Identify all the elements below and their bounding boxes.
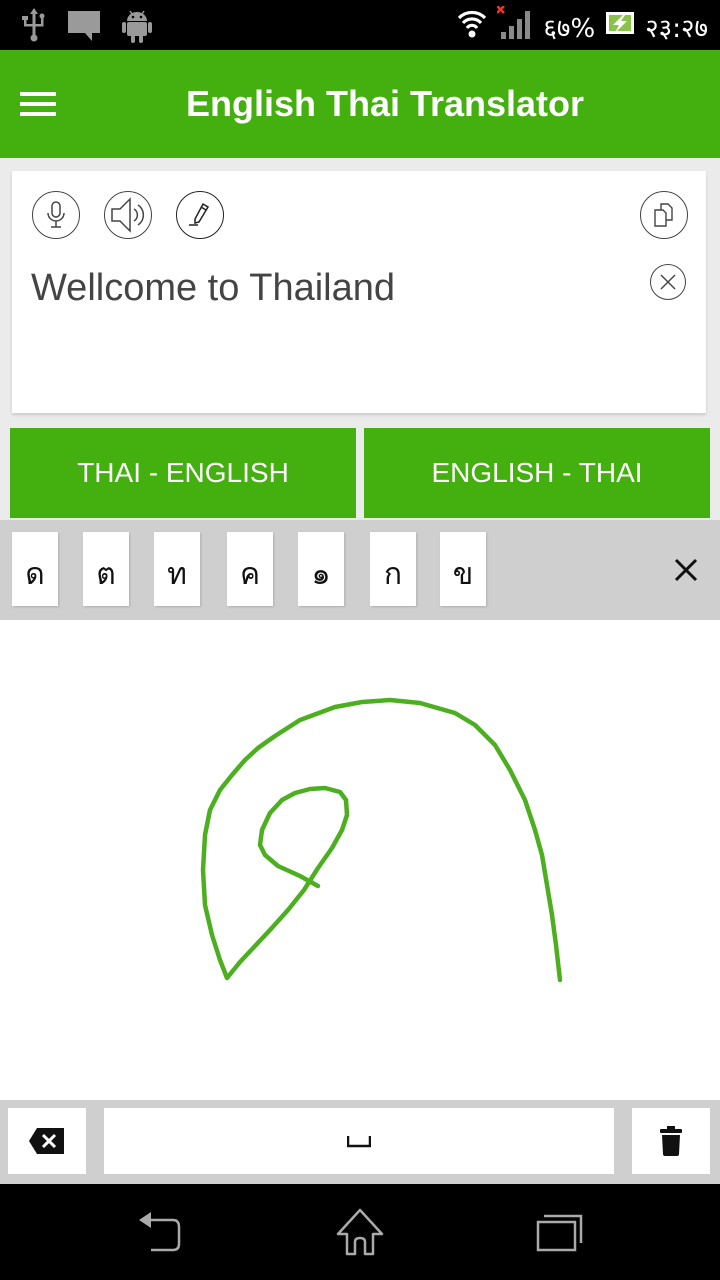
candidate-key[interactable]: ต [83,532,129,606]
candidate-key[interactable]: ค [227,532,273,606]
handwriting-canvas[interactable] [0,620,720,1100]
speaker-button[interactable] [104,191,152,239]
close-icon [674,558,698,582]
candidate-key[interactable]: ๑ [298,532,344,606]
english-thai-button[interactable]: ENGLISH - THAI [364,428,710,518]
space-icon [347,1136,371,1148]
input-text[interactable]: Wellcome to Thailand [31,267,395,310]
android-icon [122,9,152,48]
clear-all-button[interactable] [632,1108,710,1174]
close-candidates-button[interactable] [672,556,700,584]
wifi-icon [457,8,487,45]
home-icon [336,1208,384,1256]
candidate-key[interactable]: ก [370,532,416,606]
pencil-icon [189,202,210,226]
message-icon [68,9,100,48]
speaker-icon [111,197,145,233]
recent-apps-button[interactable] [530,1204,590,1260]
candidate-key[interactable]: ด [12,532,58,606]
status-bar: ६७% २३:२७ [0,0,720,50]
thai-english-button[interactable]: THAI - ENGLISH [10,428,356,518]
clear-icon [660,274,676,290]
clock: २३:२७ [645,13,708,44]
trash-icon [660,1126,682,1156]
microphone-icon [47,201,65,228]
navigation-bar [0,1184,720,1280]
clear-button[interactable] [650,264,686,300]
signal-icon [496,5,533,47]
handwriting-stroke [200,697,563,983]
microphone-button[interactable] [32,191,80,239]
back-button[interactable] [130,1204,190,1260]
app-title: English Thai Translator [185,83,585,124]
usb-icon [22,8,46,49]
candidate-key[interactable]: ข [440,532,486,606]
app-bar: English Thai Translator [0,50,720,158]
recent-apps-icon [536,1214,583,1252]
space-button[interactable] [104,1108,614,1174]
back-icon [139,1212,181,1252]
copy-icon [654,203,673,227]
candidate-bar: ด ต ท ค ๑ ก ข [0,520,720,620]
keyboard-bottom-row [0,1100,720,1184]
input-card: Wellcome to Thailand [12,171,706,413]
candidate-key[interactable]: ท [154,532,200,606]
backspace-icon [29,1128,64,1154]
handwriting-button[interactable] [176,191,224,239]
battery-percent: ६७% [543,13,596,44]
copy-button[interactable] [640,191,688,239]
battery-charging-icon [605,11,635,42]
backspace-button[interactable] [8,1108,86,1174]
home-button[interactable] [330,1204,390,1260]
